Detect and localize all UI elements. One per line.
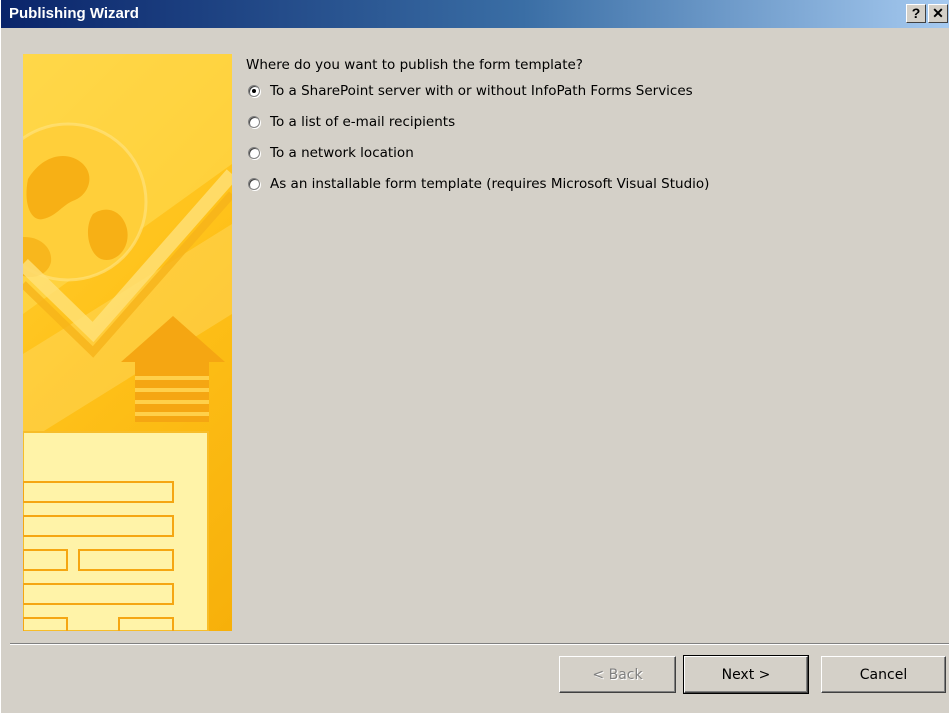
title-bar[interactable]: Publishing Wizard ? ✕ — [1, 0, 949, 28]
close-button[interactable]: ✕ — [928, 4, 948, 23]
option-sharepoint-server[interactable]: To a SharePoint server with or without I… — [248, 82, 693, 100]
option-label: To a SharePoint server with or without I… — [270, 83, 693, 99]
radio-button[interactable] — [248, 178, 260, 190]
wizard-banner-image — [23, 54, 232, 631]
radio-button[interactable] — [248, 116, 260, 128]
option-label: As an installable form template (require… — [270, 176, 710, 192]
form-icon — [23, 431, 209, 631]
footer-separator — [10, 643, 949, 645]
cancel-button[interactable]: Cancel — [821, 656, 946, 693]
help-button[interactable]: ? — [906, 4, 926, 23]
option-installable-template[interactable]: As an installable form template (require… — [248, 175, 709, 193]
publish-question-label: Where do you want to publish the form te… — [246, 57, 583, 73]
radio-button-selected[interactable] — [248, 85, 260, 97]
publishing-wizard-window: Publishing Wizard ? ✕ Where do you want … — [0, 0, 949, 713]
option-network-location[interactable]: To a network location — [248, 144, 414, 162]
radio-button[interactable] — [248, 147, 260, 159]
option-email-recipients[interactable]: To a list of e-mail recipients — [248, 113, 455, 131]
window-title: Publishing Wizard — [9, 5, 139, 22]
banner-illustration — [23, 54, 232, 631]
option-label: To a network location — [270, 145, 414, 161]
next-button[interactable]: Next > — [683, 655, 809, 694]
option-label: To a list of e-mail recipients — [270, 114, 456, 130]
back-button[interactable]: < Back — [559, 656, 676, 693]
